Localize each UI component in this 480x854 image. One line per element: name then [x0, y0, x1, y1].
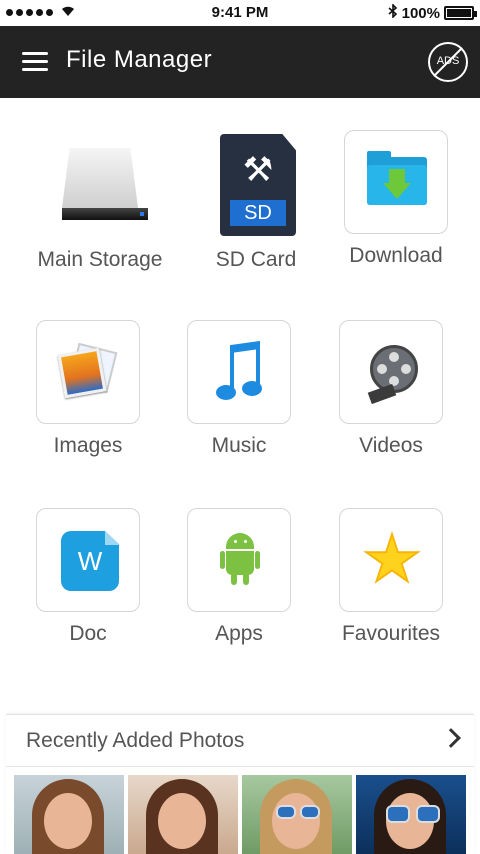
music-note-icon: [216, 340, 266, 403]
category-music[interactable]: Music: [159, 320, 319, 458]
category-label: Doc: [69, 622, 107, 645]
bluetooth-icon: [388, 3, 398, 22]
category-label: Download: [349, 244, 443, 267]
doc-tile: W: [36, 508, 140, 612]
category-favourites[interactable]: Favourites: [311, 508, 471, 646]
category-label: Images: [53, 434, 123, 457]
category-apps[interactable]: Apps: [159, 508, 319, 646]
chevron-right-icon[interactable]: [441, 728, 461, 748]
music-tile: [187, 320, 291, 424]
tools-icon: ⚒: [242, 151, 274, 189]
category-download[interactable]: Download: [316, 130, 476, 268]
remove-ads-button[interactable]: ADS: [428, 42, 468, 82]
recent-photos-strip: [14, 775, 470, 854]
category-label: Videos: [359, 434, 423, 457]
photo-thumbnail[interactable]: [128, 775, 238, 854]
recent-photos-card: Recently Added Photos: [6, 714, 474, 854]
download-tile: [344, 130, 448, 234]
favourites-tile: [339, 508, 443, 612]
apps-tile: [187, 508, 291, 612]
sd-badge: SD: [230, 200, 286, 226]
category-images[interactable]: Images: [8, 320, 168, 458]
status-right: 100%: [388, 3, 477, 22]
recent-photos-header[interactable]: Recently Added Photos: [6, 715, 474, 767]
photo-thumbnail[interactable]: [356, 775, 466, 854]
status-bar: 9:41 PM 100%: [0, 0, 480, 26]
videos-tile: [339, 320, 443, 424]
download-folder-icon: [367, 151, 427, 205]
app-title: File Manager: [66, 46, 213, 73]
app-bar: File Manager ADS: [0, 26, 480, 98]
category-doc[interactable]: W Doc: [8, 508, 168, 646]
category-label: Main Storage: [37, 248, 163, 271]
category-label: SD Card: [215, 248, 297, 271]
category-label: Favourites: [341, 622, 441, 645]
photo-thumbnail[interactable]: [14, 775, 124, 854]
photo-thumbnail[interactable]: [242, 775, 352, 854]
doc-letter: W: [77, 546, 103, 576]
menu-button[interactable]: [22, 50, 50, 72]
hard-drive-icon: [48, 134, 152, 238]
category-videos[interactable]: Videos: [311, 320, 471, 458]
android-icon: [220, 533, 260, 589]
category-label: Apps: [215, 622, 263, 645]
images-icon: [57, 342, 119, 399]
film-reel-icon: [367, 345, 418, 405]
recent-photos-title: Recently Added Photos: [26, 729, 245, 752]
document-icon: W: [61, 531, 119, 591]
category-sd-card[interactable]: ⚒ SD SD Card: [176, 134, 336, 272]
category-main-storage[interactable]: Main Storage: [20, 134, 180, 272]
sd-card-icon: ⚒ SD: [204, 134, 308, 238]
images-tile: [36, 320, 140, 424]
battery-percent: 100%: [401, 4, 440, 22]
battery-icon: [444, 6, 477, 20]
category-label: Music: [211, 434, 267, 457]
